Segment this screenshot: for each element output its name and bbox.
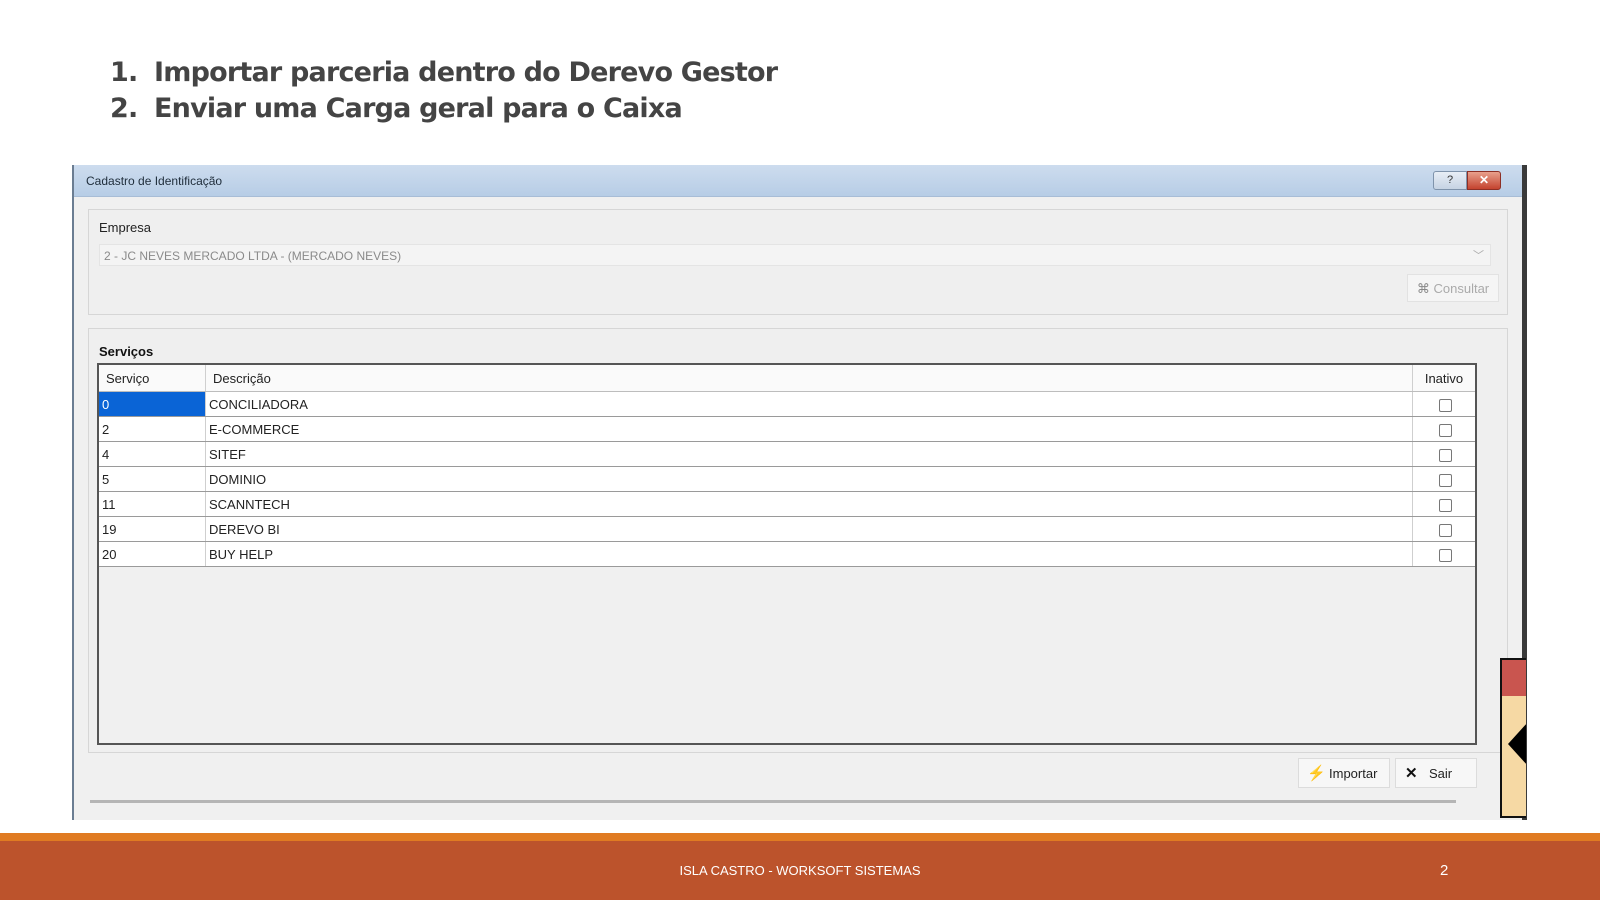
importar-button[interactable]: ⚡ Importar [1298, 758, 1390, 788]
column-header-inativo[interactable]: Inativo [1412, 365, 1475, 392]
table-row[interactable]: 0 CONCILIADORA [99, 391, 1475, 417]
cell-inativo [1412, 416, 1475, 442]
cell-inativo [1412, 441, 1475, 467]
table-row[interactable]: 4 SITEF [99, 441, 1475, 467]
steps-list: 1. Importar parceria dentro do Derevo Ges… [110, 55, 778, 127]
table-row[interactable]: 5 DOMINIO [99, 466, 1475, 492]
cell-servico[interactable]: 2 [99, 416, 206, 442]
step-number: 2. [110, 93, 138, 124]
cell-descricao[interactable]: BUY HELP [205, 541, 1413, 567]
step-number: 1. [110, 57, 138, 88]
fragment-close-area [1502, 660, 1526, 696]
step-item: 2. Enviar uma Carga geral para o Caixa [110, 91, 777, 127]
column-header-descricao[interactable]: Descrição [205, 365, 1413, 392]
arrow-left-icon [1508, 722, 1526, 766]
step-text: Enviar uma Carga geral para o Caixa [154, 93, 683, 124]
cell-descricao[interactable]: E-COMMERCE [205, 416, 1413, 442]
overlapping-window-fragment [1500, 658, 1526, 818]
window-title: Cadastro de Identificação [86, 174, 223, 188]
cell-servico[interactable]: 0 [99, 391, 206, 417]
cell-inativo [1412, 466, 1475, 492]
step-text: Importar parceria dentro do Derevo Gesto… [154, 57, 778, 88]
cell-servico[interactable]: 5 [99, 466, 206, 492]
binoculars-icon: ⌘ [1416, 281, 1430, 296]
page-number: 2 [1440, 862, 1449, 879]
consultar-label: Consultar [1433, 281, 1490, 296]
table-header-row: Serviço Descrição Inativo [99, 365, 1475, 392]
inativo-checkbox[interactable] [1438, 523, 1452, 537]
cell-servico[interactable]: 4 [99, 441, 206, 467]
empresa-panel: Empresa 2 - JC NEVES MERCADO LTDA - (MER… [88, 209, 1508, 315]
slide-footer: ISLA CASTRO - WORKSOFT SISTEMAS 2 [0, 841, 1600, 900]
consultar-button[interactable]: ⌘ Consultar [1407, 274, 1499, 302]
chevron-down-icon: ﹀ [1473, 250, 1484, 262]
cell-descricao[interactable]: DEREVO BI [205, 516, 1413, 542]
window-titlebar: Cadastro de Identificação ? ✕ [74, 165, 1527, 197]
inativo-checkbox[interactable] [1438, 498, 1452, 512]
servicos-grid[interactable]: Serviço Descrição Inativo 0 CONCILIADORA… [97, 363, 1477, 745]
footer-accent-line [0, 833, 1600, 841]
inativo-checkbox[interactable] [1438, 423, 1452, 437]
cell-servico[interactable]: 20 [99, 541, 206, 567]
sair-label: Sair [1429, 766, 1453, 781]
cell-inativo [1412, 516, 1475, 542]
table-row[interactable]: 2 E-COMMERCE [99, 416, 1475, 442]
inativo-checkbox[interactable] [1438, 548, 1452, 562]
cell-servico[interactable]: 11 [99, 491, 206, 517]
footer-text: ISLA CASTRO - WORKSOFT SISTEMAS [679, 863, 921, 878]
cell-descricao[interactable]: SITEF [205, 441, 1413, 467]
empresa-select[interactable]: 2 - JC NEVES MERCADO LTDA - (MERCADO NEV… [99, 244, 1491, 266]
column-header-servico[interactable]: Serviço [99, 365, 206, 392]
servicos-table: Serviço Descrição Inativo 0 CONCILIADORA… [99, 365, 1475, 567]
inativo-checkbox[interactable] [1438, 448, 1452, 462]
sair-button[interactable]: ✕ Sair [1395, 758, 1477, 788]
cell-inativo [1412, 491, 1475, 517]
close-x-icon: ✕ [1405, 765, 1418, 782]
window-bottom-divider [90, 800, 1456, 803]
servicos-title: Serviços [99, 344, 154, 359]
importar-label: Importar [1329, 766, 1378, 781]
help-button[interactable]: ? [1433, 171, 1467, 190]
table-row[interactable]: 20 BUY HELP [99, 541, 1475, 567]
lightning-icon: ⚡ [1307, 765, 1326, 782]
table-row[interactable]: 19 DEREVO BI [99, 516, 1475, 542]
step-item: 1. Importar parceria dentro do Derevo Ges… [110, 55, 778, 91]
cadastro-window: Cadastro de Identificação ? ✕ Empresa 2 … [72, 165, 1527, 820]
close-button[interactable]: ✕ [1467, 171, 1501, 190]
empresa-value: 2 - JC NEVES MERCADO LTDA - (MERCADO NEV… [104, 249, 402, 263]
inativo-checkbox[interactable] [1438, 473, 1452, 487]
servicos-panel: Serviços Serviço Descrição Inativo 0 CON… [88, 328, 1508, 753]
cell-descricao[interactable]: SCANNTECH [205, 491, 1413, 517]
table-row[interactable]: 11 SCANNTECH [99, 491, 1475, 517]
cell-inativo [1412, 391, 1475, 417]
cell-descricao[interactable]: DOMINIO [205, 466, 1413, 492]
empresa-label: Empresa [99, 220, 152, 235]
cell-servico[interactable]: 19 [99, 516, 206, 542]
inativo-checkbox[interactable] [1438, 398, 1452, 412]
cell-inativo [1412, 541, 1475, 567]
cell-descricao[interactable]: CONCILIADORA [205, 391, 1413, 417]
